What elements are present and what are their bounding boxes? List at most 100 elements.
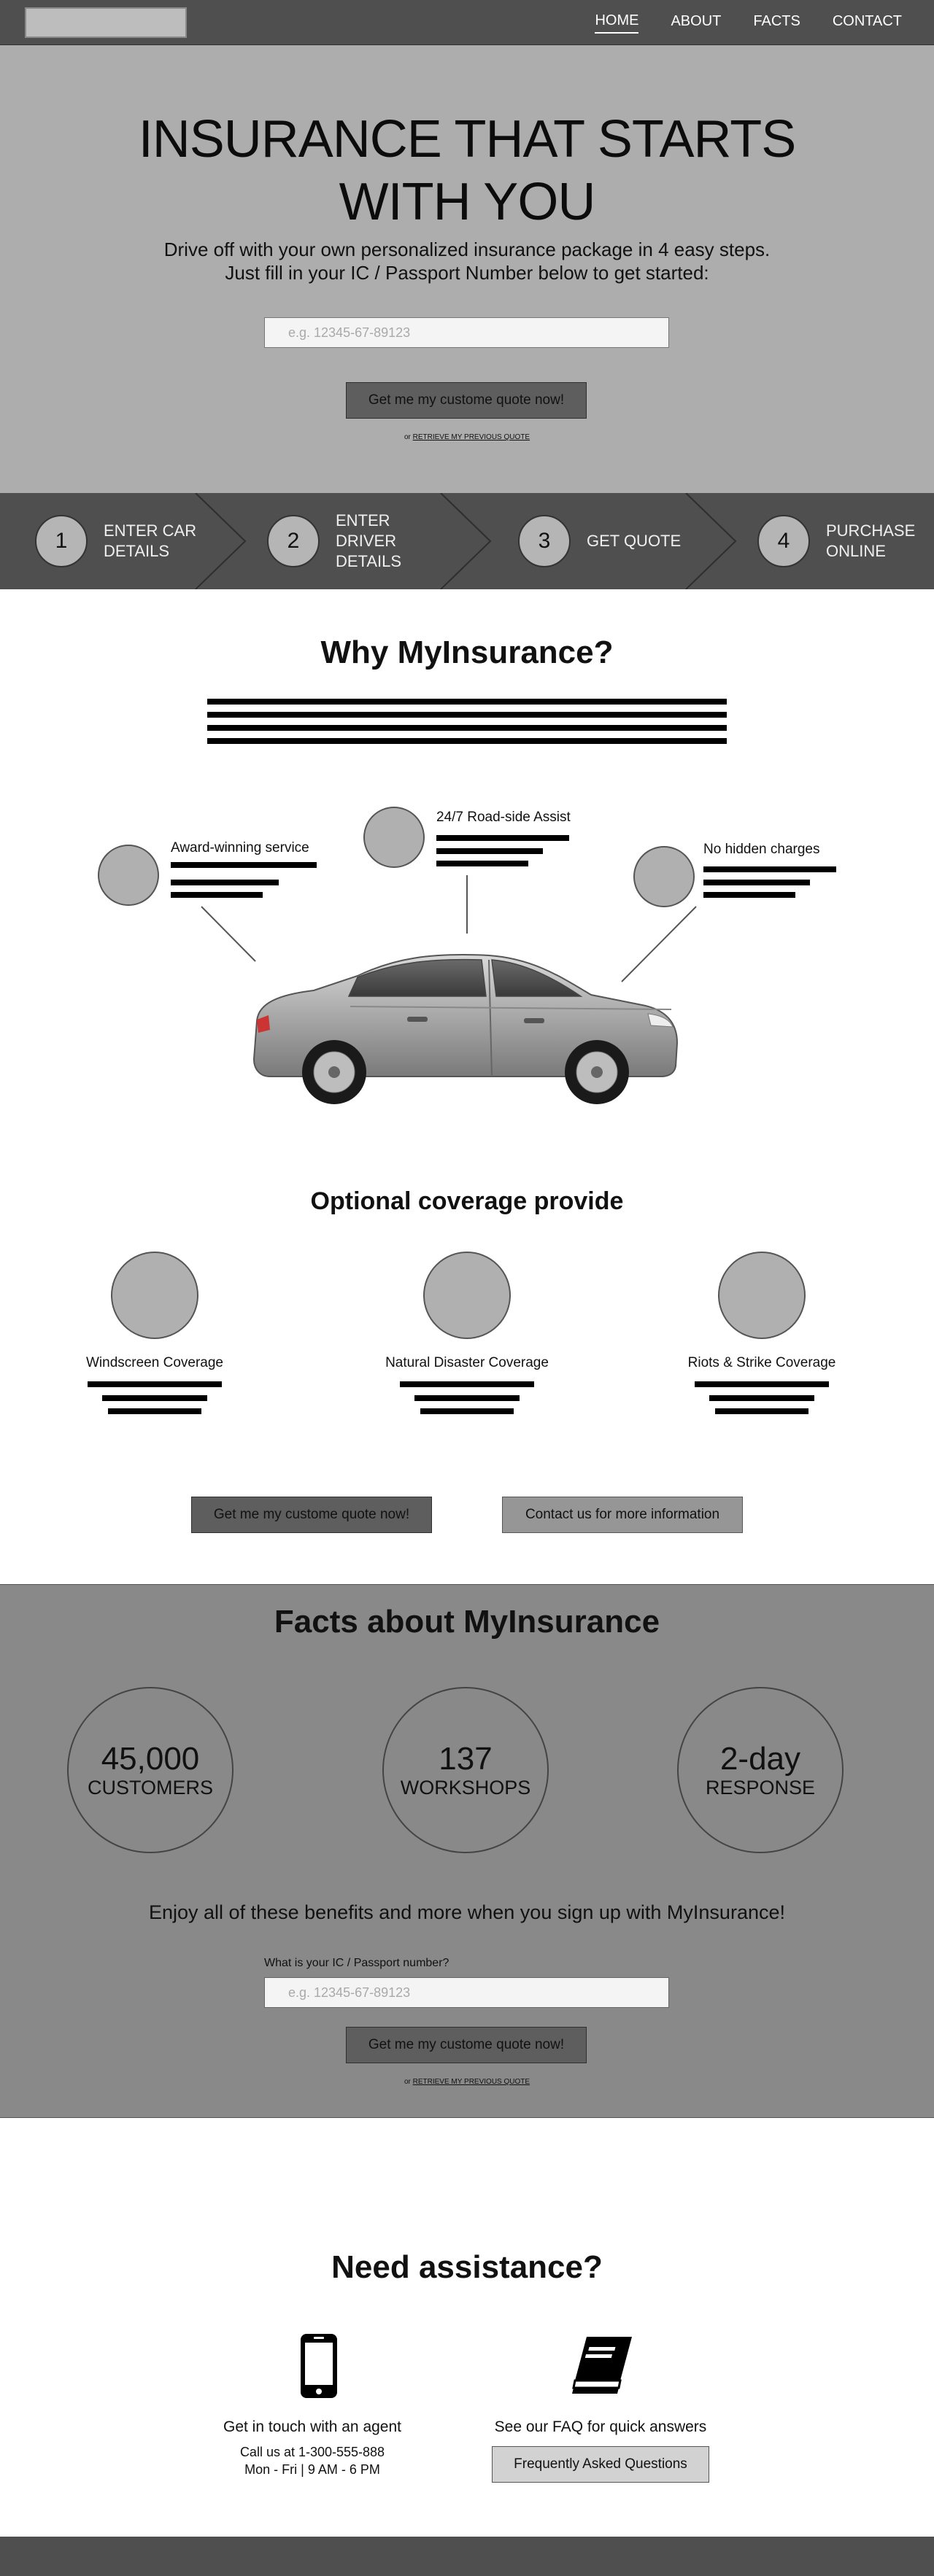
hero-section: INSURANCE THAT STARTS WITH YOU Drive off… (0, 45, 934, 493)
step-number: 3 (518, 515, 571, 567)
stat-label: RESPONSE (705, 1777, 816, 1799)
step-4: 4 PURCHASE ONLINE (757, 493, 934, 589)
facts-title: Facts about MyInsurance (274, 1604, 660, 1640)
text-placeholder-line (88, 1381, 222, 1387)
step-number: 1 (35, 515, 88, 567)
text-placeholder-line (436, 835, 569, 841)
step-number: 2 (267, 515, 320, 567)
step-3: 3 GET QUOTE (518, 493, 733, 589)
coverage-icon-placeholder (718, 1252, 806, 1339)
optional-coverage-title: Optional coverage provide (310, 1187, 624, 1215)
car-image (252, 954, 679, 1104)
book-icon (572, 2337, 632, 2394)
retrieve-quote-line: or RETRIEVE MY PREVIOUS QUOTE (0, 433, 934, 441)
hero-subtitle-line1: Drive off with your own personalized ins… (163, 238, 771, 260)
ic-passport-input-secondary[interactable] (264, 1977, 669, 2008)
stat-value: 2-day (719, 1741, 801, 1777)
text-placeholder-line (171, 880, 279, 885)
retrieve-quote-line: or RETRIEVE MY PREVIOUS QUOTE (0, 2078, 934, 2086)
contact-us-button[interactable]: Contact us for more information (502, 1497, 743, 1533)
get-quote-button[interactable]: Get me my custome quote now! (346, 382, 587, 419)
hero-subtitle: Drive off with your own personalized ins… (0, 238, 934, 284)
text-placeholder-line (436, 848, 543, 854)
stat-customers: 45,000 CUSTOMERS (67, 1687, 234, 1853)
nav-links: HOME ABOUT FACTS CONTACT (595, 0, 902, 45)
coverage-riots-strike: Riots & Strike Coverage (687, 1355, 836, 1370)
text-placeholder-line (171, 862, 317, 868)
phone-icon (301, 2334, 337, 2398)
step-label-line2: ONLINE (826, 542, 886, 560)
text-placeholder-line (207, 712, 727, 718)
feature-icon-placeholder (98, 845, 159, 906)
ic-passport-input[interactable] (264, 317, 669, 348)
text-placeholder-line (703, 880, 810, 885)
faq-button[interactable]: Frequently Asked Questions (492, 2446, 709, 2483)
get-quote-button-secondary[interactable]: Get me my custome quote now! (191, 1497, 432, 1533)
feature-award-winning: Award-winning service (171, 840, 309, 856)
stat-response: 2-day RESPONSE (677, 1687, 844, 1853)
step-label-line1: PURCHASE (826, 521, 916, 540)
step-label: GET QUOTE (587, 532, 682, 550)
why-title: Why MyInsurance? (320, 635, 614, 670)
retrieve-quote-link[interactable]: RETRIEVE MY PREVIOUS QUOTE (413, 2078, 530, 2086)
step-2: 2 ENTER DRIVER DETAILS (267, 493, 452, 589)
step-label: PURCHASE ONLINE (826, 521, 934, 562)
text-placeholder-line (207, 738, 727, 744)
nav-link-home[interactable]: HOME (595, 12, 639, 34)
agent-hours: Mon - Fri | 9 AM - 6 PM (244, 2462, 380, 2477)
coverage-natural-disaster: Natural Disaster Coverage (385, 1355, 549, 1370)
nav-link-about[interactable]: ABOUT (671, 13, 721, 33)
agent-contact-label: Get in touch with an agent (223, 2418, 401, 2435)
facts-subtitle: Enjoy all of these benefits and more whe… (149, 1901, 785, 1923)
facts-section: Facts about MyInsurance 45,000 CUSTOMERS… (0, 1584, 934, 2118)
top-navbar: HOME ABOUT FACTS CONTACT (0, 0, 934, 45)
text-placeholder-line (171, 892, 263, 898)
text-placeholder-line (108, 1408, 201, 1414)
text-placeholder-line (102, 1395, 207, 1401)
retrieve-prefix: or (404, 2078, 411, 2086)
hero-title: INSURANCE THAT STARTS WITH YOU (0, 108, 934, 233)
footer-bar (0, 2537, 934, 2576)
feature-icon-placeholder (363, 807, 425, 868)
text-placeholder-line (703, 892, 795, 898)
coverage-icon-placeholder (423, 1252, 511, 1339)
hero-title-line2: WITH YOU (339, 173, 596, 231)
step-1: 1 ENTER CAR DETAILS (35, 493, 220, 589)
ic-passport-question: What is your IC / Passport number? (264, 1957, 449, 1969)
step-label-line1: ENTER CAR (104, 521, 197, 540)
feature-no-hidden-charges: No hidden charges (703, 842, 820, 857)
text-placeholder-line (709, 1395, 814, 1401)
feature-icon-placeholder (633, 846, 695, 907)
logo-placeholder[interactable] (25, 7, 187, 38)
step-label: ENTER DRIVER DETAILS (336, 511, 452, 572)
nav-link-facts[interactable]: FACTS (753, 13, 800, 33)
text-placeholder-line (436, 861, 528, 866)
nav-link-contact[interactable]: CONTACT (833, 13, 902, 33)
assistance-title: Need assistance? (331, 2249, 603, 2285)
text-placeholder-line (695, 1381, 829, 1387)
step-number: 4 (757, 515, 810, 567)
step-label-line1: ENTER DRIVER (336, 511, 397, 550)
step-label: ENTER CAR DETAILS (104, 521, 220, 562)
stat-value: 45,000 (101, 1741, 200, 1777)
text-placeholder-line (207, 699, 727, 705)
stat-label: WORKSHOPS (400, 1777, 531, 1799)
text-placeholder-line (420, 1408, 514, 1414)
feature-roadside-assist: 24/7 Road-side Assist (436, 810, 571, 825)
coverage-icon-placeholder (111, 1252, 198, 1339)
text-placeholder-line (715, 1408, 808, 1414)
text-placeholder-line (703, 866, 836, 872)
text-placeholder-line (414, 1395, 520, 1401)
retrieve-quote-link[interactable]: RETRIEVE MY PREVIOUS QUOTE (413, 433, 530, 441)
stat-workshops: 137 WORKSHOPS (382, 1687, 549, 1853)
coverage-windscreen: Windscreen Coverage (86, 1355, 223, 1370)
faq-label: See our FAQ for quick answers (494, 2418, 707, 2435)
text-placeholder-line (400, 1381, 534, 1387)
step-label-line2: DETAILS (336, 552, 402, 570)
hero-subtitle-line2: Just fill in your IC / Passport Number b… (225, 262, 709, 284)
get-quote-button-facts[interactable]: Get me my custome quote now! (346, 2027, 587, 2063)
hero-title-line1: INSURANCE THAT STARTS (138, 110, 796, 168)
text-placeholder-line (207, 725, 727, 731)
stat-value: 137 (439, 1741, 493, 1777)
steps-bar: 1 ENTER CAR DETAILS 2 ENTER DRIVER DETAI… (0, 493, 934, 589)
